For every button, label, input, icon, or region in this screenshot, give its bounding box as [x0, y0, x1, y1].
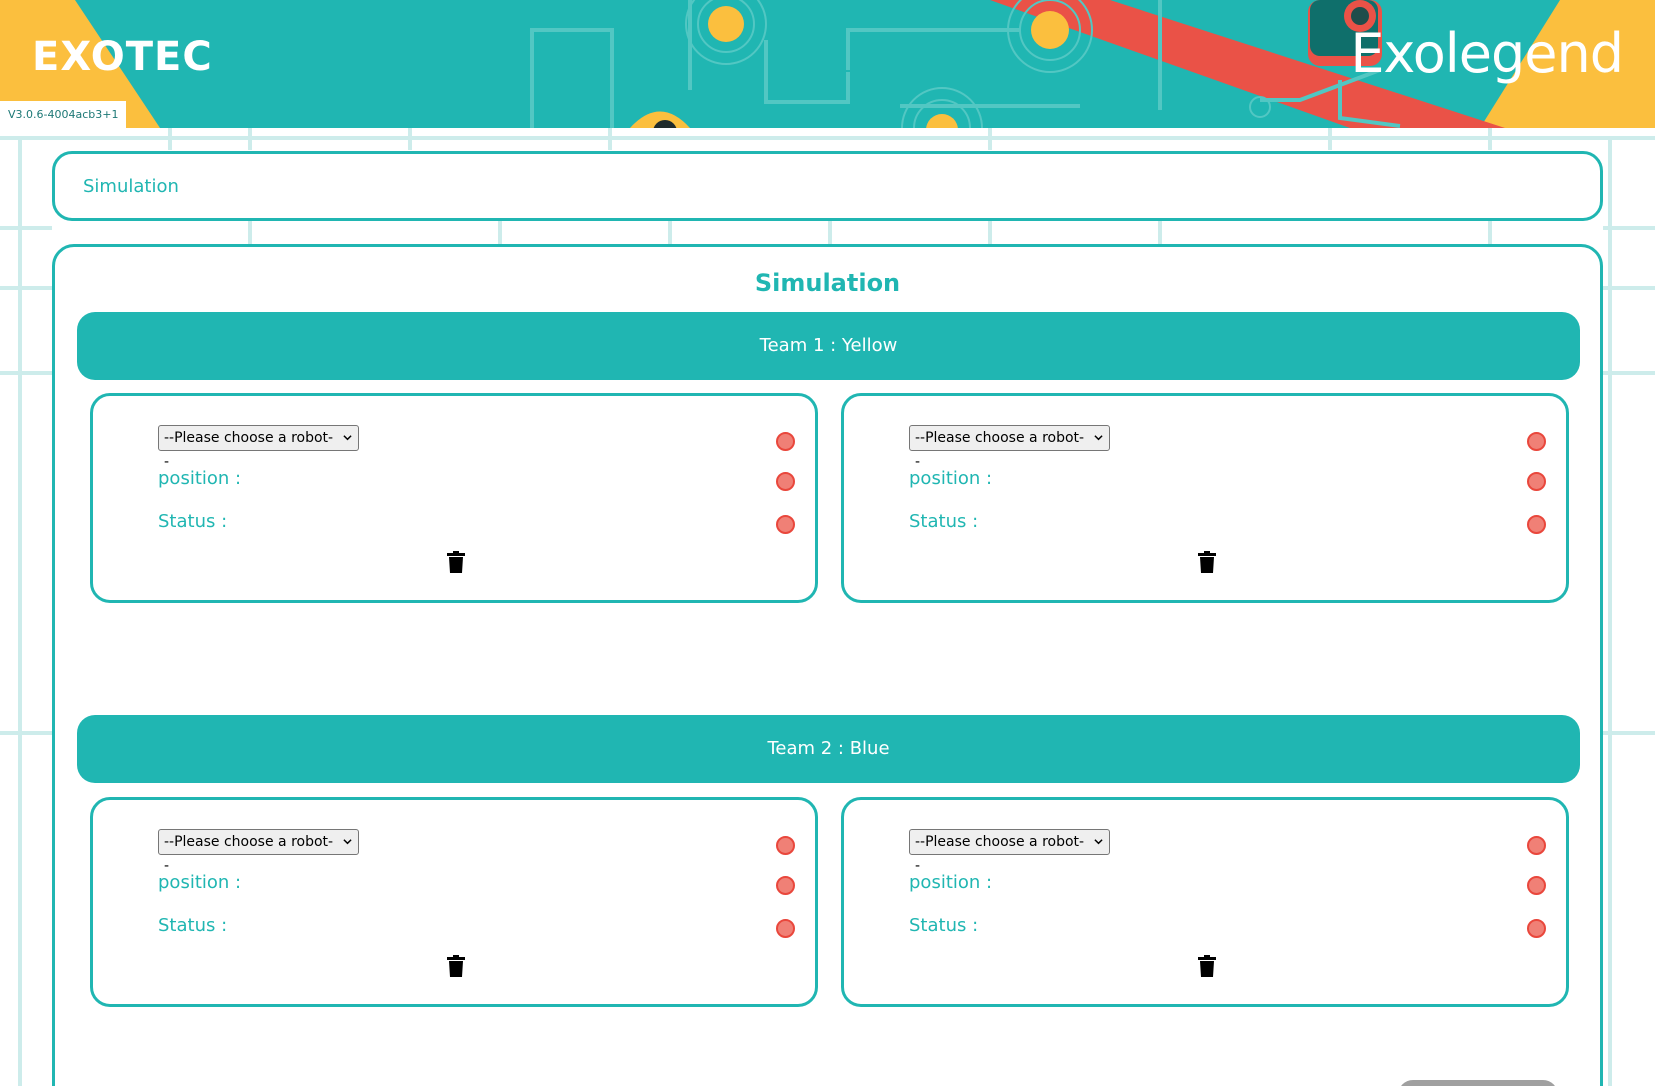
simulation-card: Simulation Team 1 : Yellow --Please choo… [52, 244, 1603, 1086]
status-label: Status : [158, 511, 228, 532]
start-simulation-button[interactable] [1398, 1080, 1558, 1086]
position-label: position : [909, 468, 993, 489]
header-banner: EXOTEC Exolegend [0, 0, 1655, 128]
trash-icon[interactable] [1198, 955, 1216, 977]
trash-icon[interactable] [1198, 551, 1216, 573]
robot-select-value: --Please choose a robot-- [164, 430, 334, 470]
trash-icon[interactable] [447, 551, 465, 573]
status-label: Status : [158, 915, 228, 936]
status-dot-icon [776, 836, 795, 855]
team-2-robot-2-card: --Please choose a robot-- position : Sta… [841, 797, 1569, 1007]
exotec-logo[interactable]: EXOTEC [32, 34, 213, 80]
exolegend-logo[interactable]: Exolegend [1350, 22, 1624, 85]
robot-select[interactable]: --Please choose a robot-- [909, 425, 1110, 470]
robot-select[interactable]: --Please choose a robot-- [158, 829, 359, 874]
position-label: position : [158, 468, 242, 489]
robot-select-value: --Please choose a robot-- [164, 834, 334, 874]
page-title: Simulation [754, 269, 901, 297]
status-label: Status : [909, 915, 979, 936]
status-dot-icon [1527, 472, 1546, 491]
status-dot-icon [1527, 876, 1546, 895]
status-dot-icon [776, 515, 795, 534]
status-dot-icon [1527, 432, 1546, 451]
chevron-down-icon [343, 435, 352, 441]
status-dot-icon [776, 876, 795, 895]
status-label: Status : [909, 511, 979, 532]
robot-select[interactable]: --Please choose a robot-- [909, 829, 1110, 874]
status-dot-icon [1527, 515, 1546, 534]
robot-select[interactable]: --Please choose a robot-- [158, 425, 359, 470]
position-label: position : [909, 872, 993, 893]
trash-icon[interactable] [447, 955, 465, 977]
team-1-header: Team 1 : Yellow [77, 312, 1580, 380]
status-dot-icon [776, 472, 795, 491]
team-1-robot-1-card: --Please choose a robot-- position : Sta… [90, 393, 818, 603]
chevron-down-icon [343, 839, 352, 845]
chevron-down-icon [1094, 435, 1103, 441]
breadcrumb: Simulation [52, 151, 1603, 221]
robot-select-value: --Please choose a robot-- [915, 834, 1085, 874]
team-2-header: Team 2 : Blue [77, 715, 1580, 783]
breadcrumb-item-simulation[interactable]: Simulation [83, 176, 179, 197]
chevron-down-icon [1094, 839, 1103, 845]
status-dot-icon [776, 919, 795, 938]
team-2-robot-1-card: --Please choose a robot-- position : Sta… [90, 797, 818, 1007]
team-1-robot-2-card: --Please choose a robot-- position : Sta… [841, 393, 1569, 603]
position-label: position : [158, 872, 242, 893]
robot-select-value: --Please choose a robot-- [915, 430, 1085, 470]
status-dot-icon [1527, 836, 1546, 855]
status-dot-icon [776, 432, 795, 451]
version-label: V3.0.6-4004acb3+1 [0, 101, 127, 128]
status-dot-icon [1527, 919, 1546, 938]
